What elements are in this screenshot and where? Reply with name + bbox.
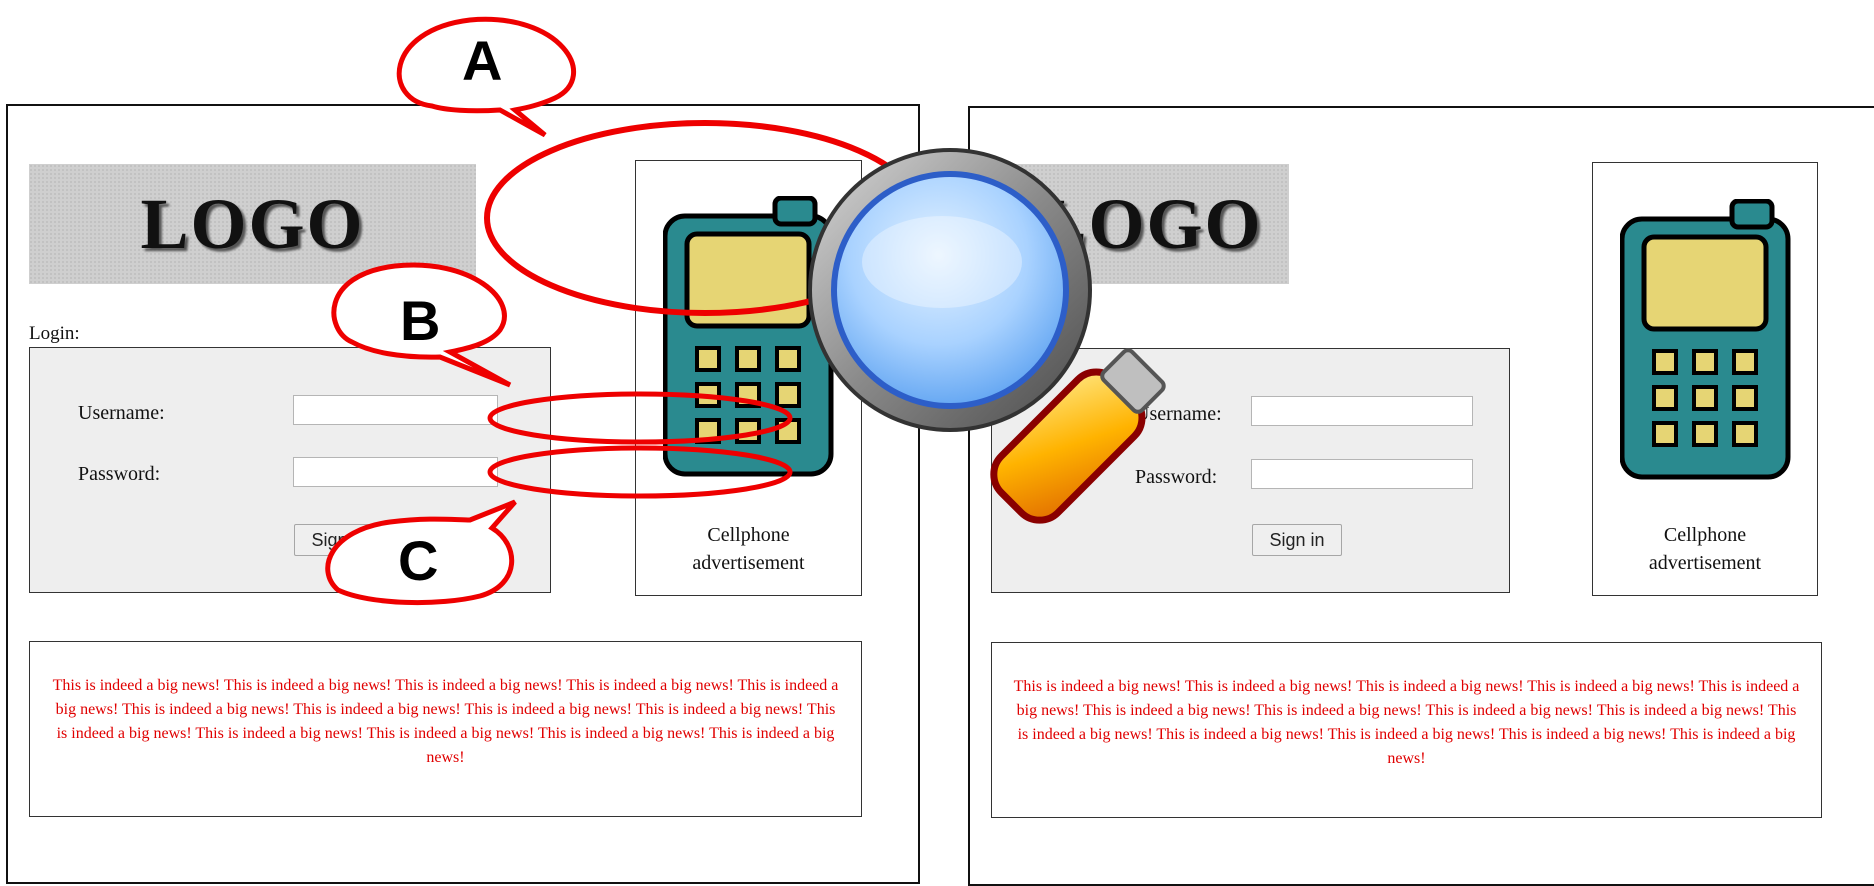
highlight-ellipse-username <box>487 391 793 445</box>
magnifying-glass-icon <box>808 148 1166 524</box>
callout-letter-b: B <box>400 289 441 352</box>
callout-letter-c: C <box>398 529 439 592</box>
callout-letter-a: A <box>462 29 503 92</box>
highlight-ellipse-password <box>487 445 793 499</box>
